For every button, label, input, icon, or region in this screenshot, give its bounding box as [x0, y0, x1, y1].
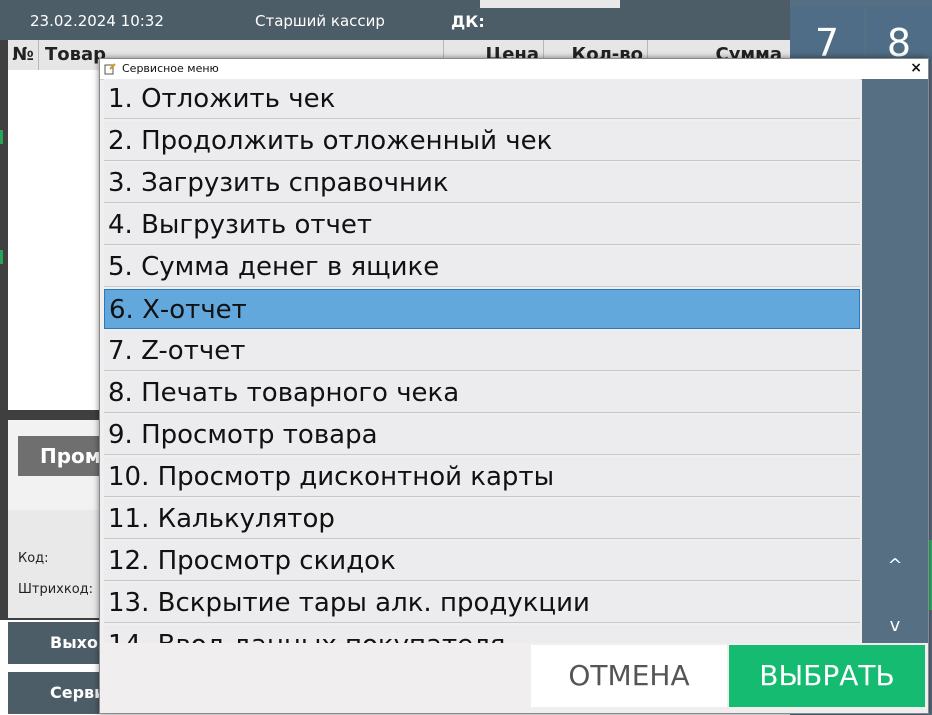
menu-item[interactable]: 10. Просмотр дисконтной карты — [104, 457, 860, 497]
service-button[interactable]: Серви — [8, 672, 108, 714]
menu-item[interactable]: 1. Отложить чек — [104, 79, 860, 119]
cashier-role: Старший кассир — [255, 12, 385, 30]
datetime: 23.02.2024 10:32 — [30, 12, 164, 30]
menu-item[interactable]: 7. Z-отчет — [104, 331, 860, 371]
menu-list: 1. Отложить чек 2. Продолжить отложенный … — [104, 79, 860, 643]
menu-item[interactable]: 4. Выгрузить отчет — [104, 205, 860, 245]
code-label: Код: — [18, 551, 49, 566]
pencil-doc-icon — [104, 63, 116, 75]
status-bar: 23.02.2024 10:32 Старший кассир ДК: — [0, 0, 790, 40]
dialog-title: Сервисное меню — [122, 62, 219, 75]
menu-item[interactable]: 11. Калькулятор — [104, 499, 860, 539]
menu-item[interactable]: 5. Сумма денег в ящике — [104, 247, 860, 287]
status-marker — [0, 250, 3, 264]
menu-item[interactable]: 14. Ввод данных покупателя — [104, 625, 860, 643]
menu-item[interactable]: 8. Печать товарного чека — [104, 373, 860, 413]
discount-card-label: ДК: — [451, 12, 485, 31]
menu-item[interactable]: 9. Просмотр товара — [104, 415, 860, 455]
menu-item[interactable]: 2. Продолжить отложенный чек — [104, 121, 860, 161]
select-button[interactable]: ВЫБРАТЬ — [729, 645, 925, 707]
status-marker — [0, 130, 3, 144]
menu-item[interactable]: 13. Вскрытие тары алк. продукции — [104, 583, 860, 623]
scrollbar[interactable]: ^ v — [862, 79, 928, 643]
numkey-7[interactable]: 7 — [790, 6, 864, 65]
dialog-footer: ОТМЕНА ВЫБРАТЬ — [100, 643, 928, 713]
menu-item[interactable]: 3. Загрузить справочник — [104, 163, 860, 203]
scroll-down-icon[interactable]: v — [862, 615, 928, 636]
menu-item[interactable]: 6. Х-отчет — [104, 289, 860, 329]
top-tab — [480, 0, 620, 8]
numkey-8[interactable]: 8 — [866, 6, 932, 65]
dialog-titlebar: Сервисное меню × — [100, 59, 928, 80]
promo-button[interactable]: Пром — [18, 436, 104, 476]
service-menu-dialog: Сервисное меню × 1. Отложить чек 2. Продо… — [99, 58, 929, 714]
scroll-up-icon[interactable]: ^ — [862, 555, 928, 576]
barcode-label: Штрихкод: — [18, 582, 94, 597]
close-icon[interactable]: × — [910, 60, 922, 76]
exit-button[interactable]: Выход — [8, 622, 108, 664]
left-edge — [0, 40, 8, 420]
col-number: № — [8, 40, 39, 70]
menu-item[interactable]: 12. Просмотр скидок — [104, 541, 860, 581]
cancel-button[interactable]: ОТМЕНА — [531, 645, 727, 707]
